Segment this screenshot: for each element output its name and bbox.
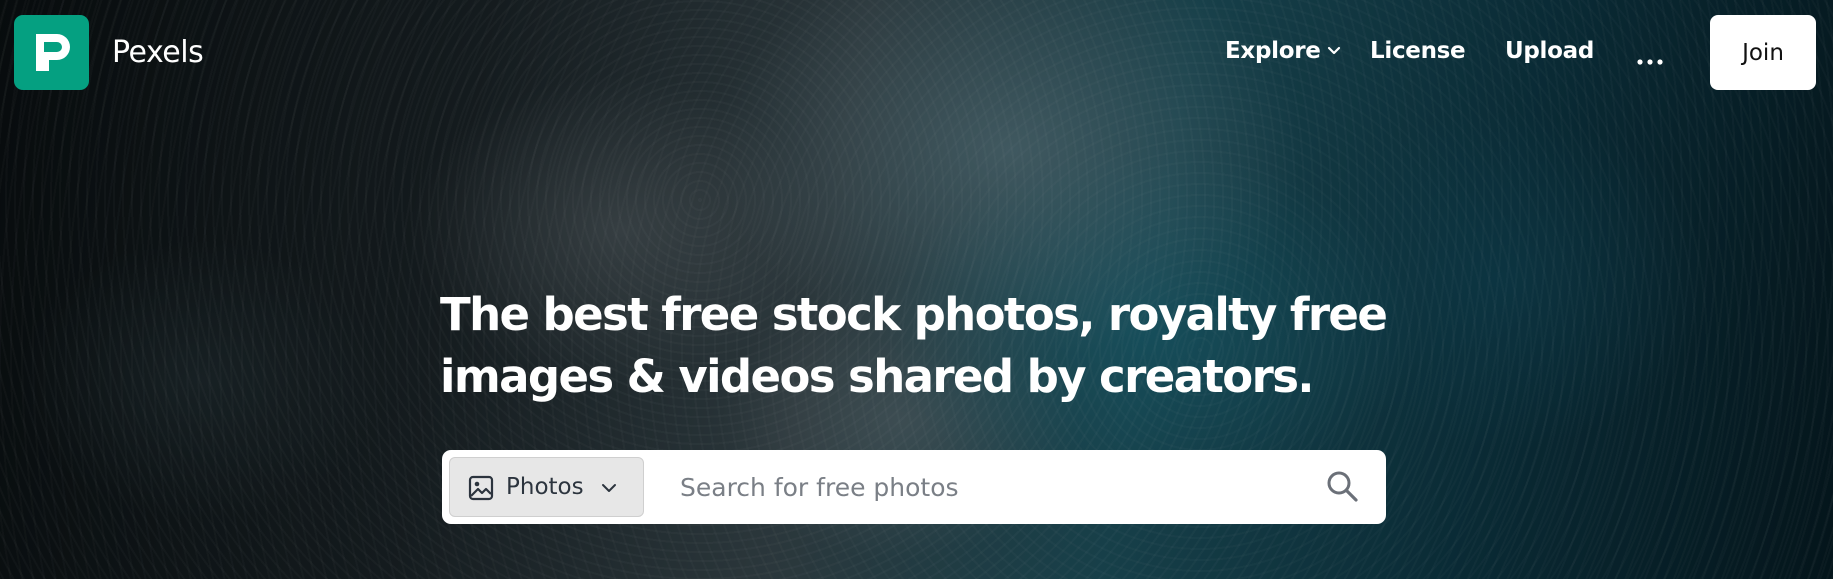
media-type-select[interactable]: Photos	[449, 457, 644, 517]
media-type-label: Photos	[506, 474, 584, 500]
top-navigation: Pexels Explore License Upload Join	[0, 0, 1833, 105]
image-icon	[468, 475, 494, 505]
pexels-logo-icon[interactable]	[14, 15, 89, 90]
hero-headline: The best free stock photos, royalty free…	[440, 284, 1400, 408]
search-icon[interactable]	[1324, 468, 1362, 506]
search-input[interactable]	[680, 462, 1300, 512]
join-button[interactable]: Join	[1710, 15, 1816, 90]
nav-upload-link[interactable]: Upload	[1505, 38, 1594, 64]
more-horizontal-icon[interactable]	[1637, 50, 1663, 65]
hero-headline-line-2: images & videos shared by creators.	[440, 350, 1314, 403]
hero-section: Pexels Explore License Upload Join The b…	[0, 0, 1833, 579]
chevron-down-icon	[600, 479, 618, 501]
search-bar: Photos	[442, 450, 1386, 524]
nav-explore-link[interactable]: Explore	[1225, 38, 1321, 64]
chevron-down-icon[interactable]	[1326, 43, 1342, 63]
nav-license-link[interactable]: License	[1370, 38, 1466, 64]
hero-headline-line-1: The best free stock photos, royalty free	[440, 288, 1388, 341]
brand-name[interactable]: Pexels	[112, 35, 204, 70]
